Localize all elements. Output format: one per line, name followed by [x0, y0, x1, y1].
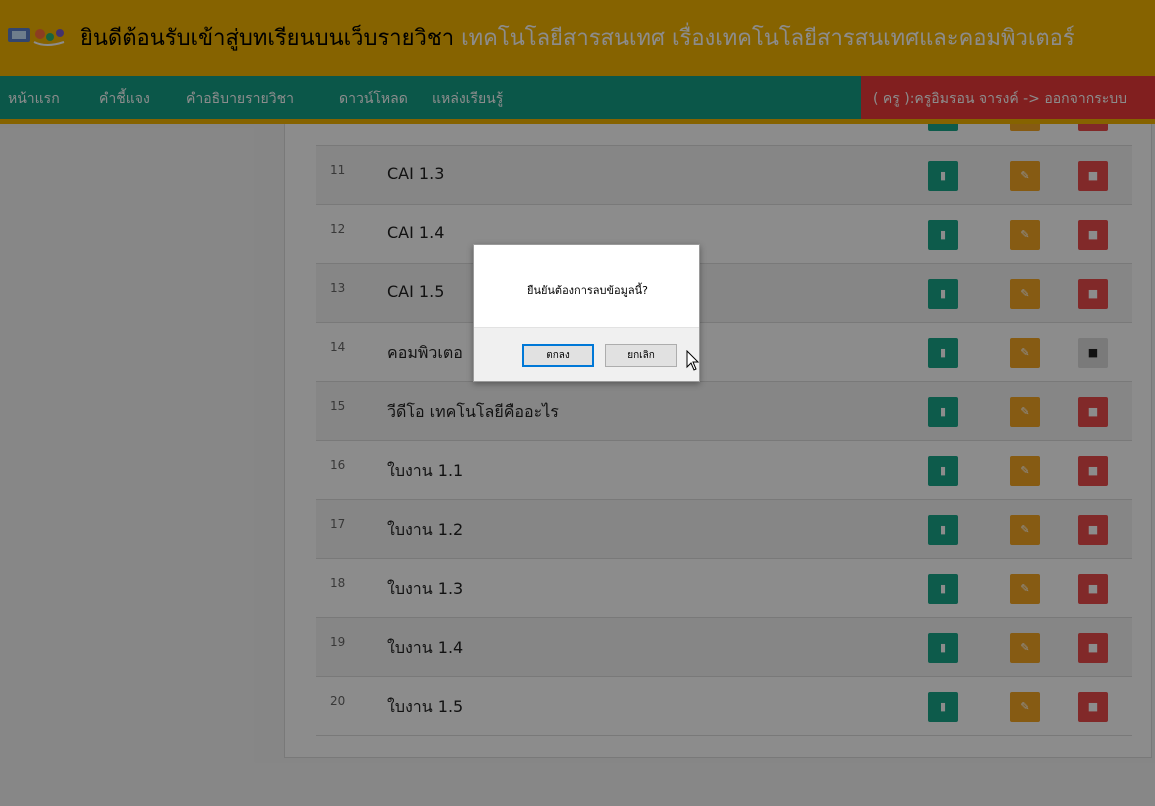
- mouse-cursor-icon: [686, 350, 700, 371]
- confirm-delete-dialog: ยืนยันต้องการลบข้อมูลนี้? ตกลง ยกเลิก: [473, 244, 700, 382]
- dialog-footer: ตกลง ยกเลิก: [474, 327, 699, 381]
- cancel-button[interactable]: ยกเลิก: [605, 344, 677, 367]
- ok-button[interactable]: ตกลง: [522, 344, 594, 367]
- dialog-message: ยืนยันต้องการลบข้อมูลนี้?: [527, 284, 648, 297]
- modal-overlay: [0, 0, 1155, 806]
